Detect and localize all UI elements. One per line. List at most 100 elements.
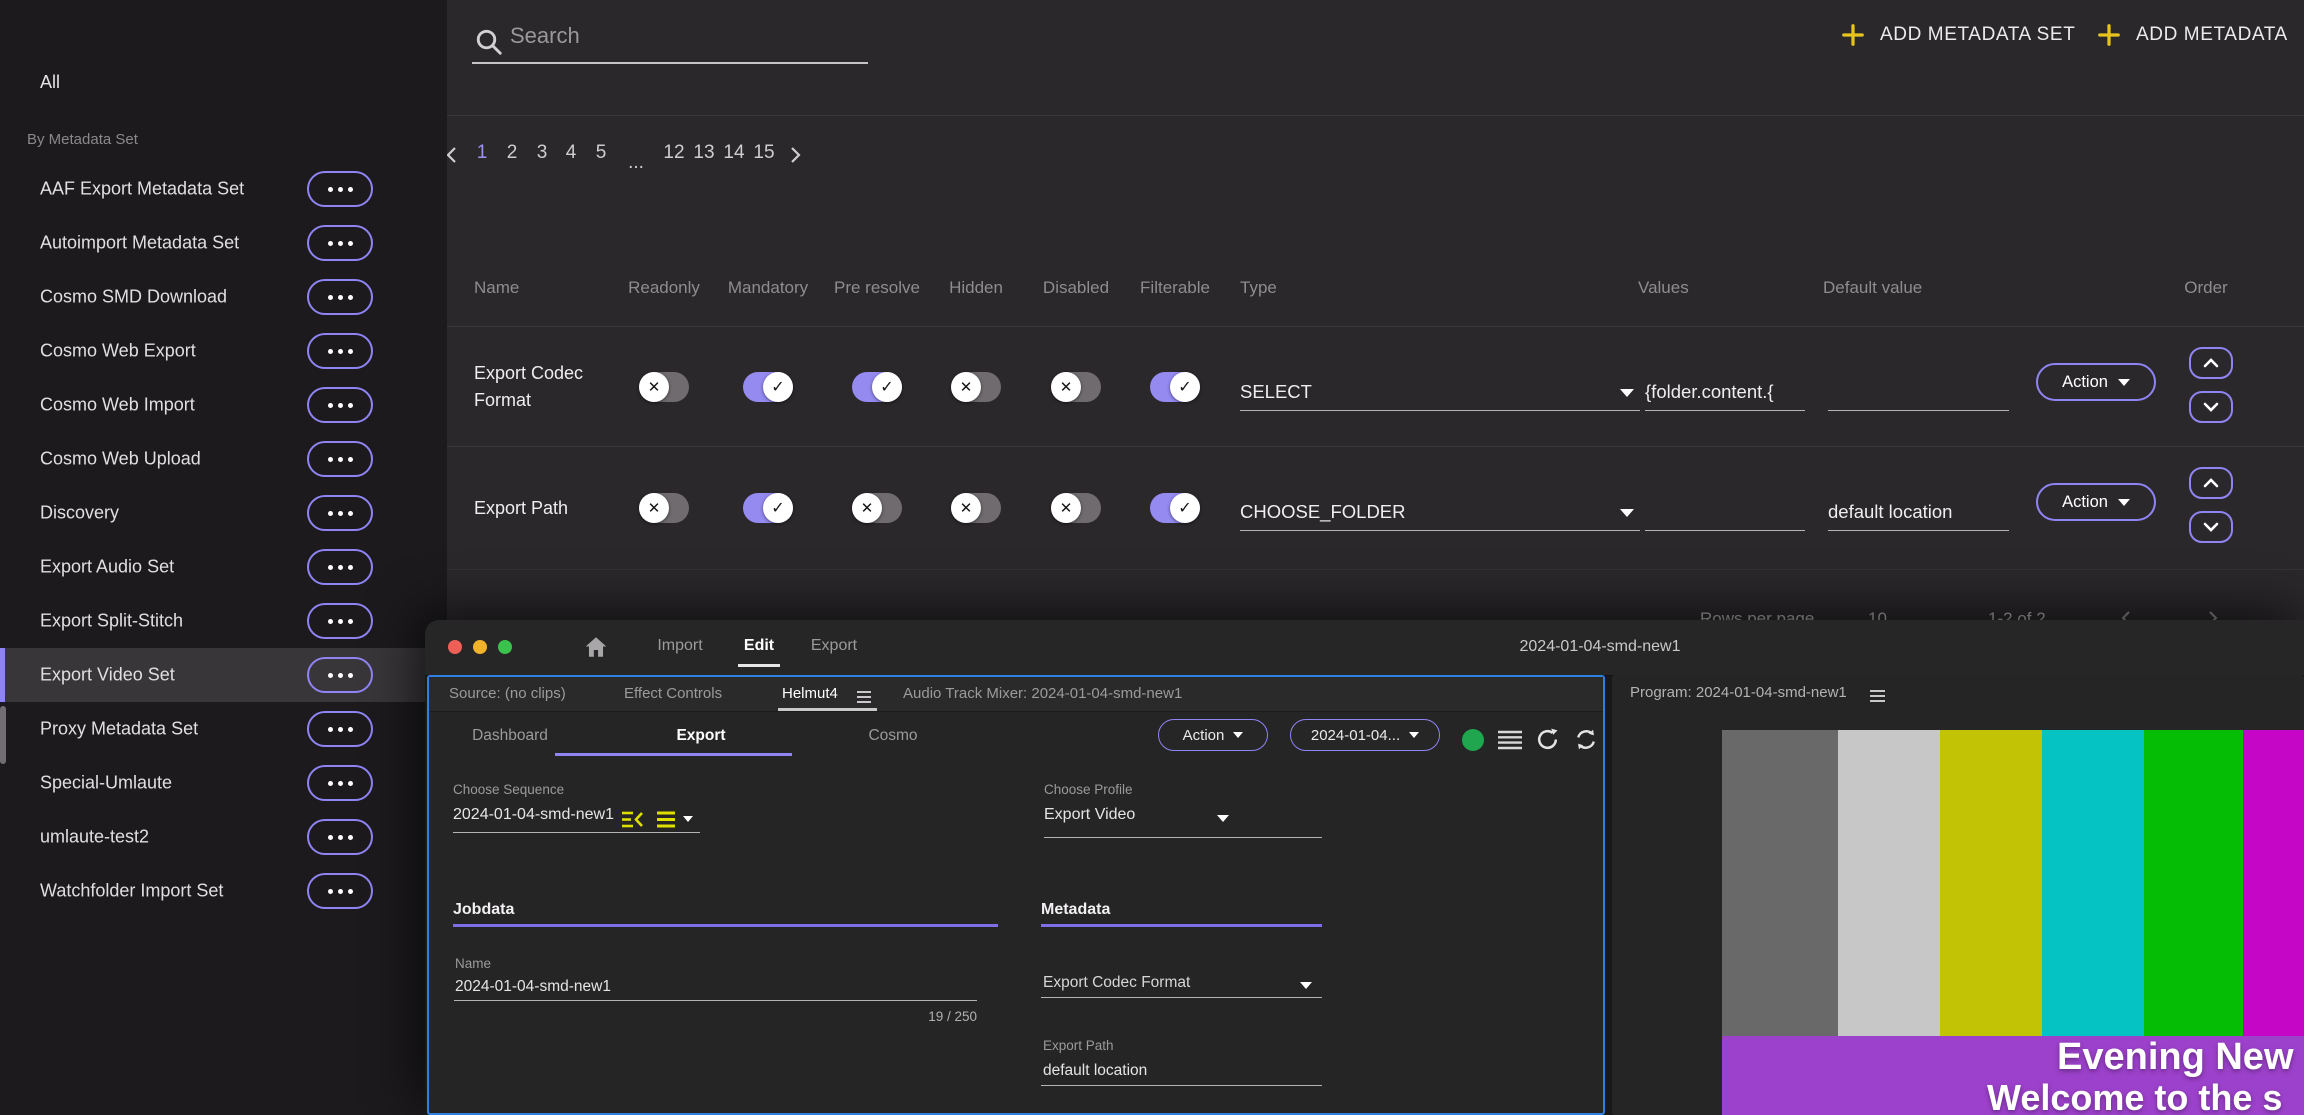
chevron-down-icon[interactable] — [1300, 982, 1312, 989]
pre-resolve-toggle[interactable]: ✓ — [852, 372, 902, 402]
page-number[interactable]: 3 — [537, 142, 548, 164]
home-icon[interactable] — [583, 634, 609, 660]
export-path-value[interactable]: default location — [1043, 1062, 1147, 1080]
default-value-input[interactable] — [1828, 363, 2009, 411]
add-metadata-set-button[interactable]: ADD METADATA SET — [1840, 22, 2075, 48]
sidebar-item[interactable]: Export Split-Stitch — [0, 594, 447, 648]
panel-menu-icon[interactable] — [857, 688, 871, 706]
refresh-icon[interactable] — [1535, 727, 1560, 752]
sidebar-item[interactable]: Export Audio Set — [0, 540, 447, 594]
sidebar-item-all[interactable]: All — [40, 72, 60, 93]
menu-tab-edit[interactable]: Edit — [744, 637, 774, 655]
hidden-toggle[interactable]: ✕ — [951, 372, 1001, 402]
sidebar-item[interactable]: Discovery — [0, 486, 447, 540]
sidebar-item[interactable]: Export Video Set — [0, 648, 447, 702]
panel-tab[interactable]: Helmut4 — [782, 685, 838, 702]
helmut-tab-dashboard[interactable]: Dashboard — [472, 727, 548, 745]
values-input[interactable]: {folder.content.{ — [1645, 363, 1805, 411]
item-menu-button[interactable] — [307, 225, 373, 261]
readonly-toggle[interactable]: ✕ — [639, 372, 689, 402]
mandatory-toggle[interactable]: ✓ — [743, 372, 793, 402]
name-field-value[interactable]: 2024-01-04-smd-new1 — [455, 978, 611, 996]
hidden-toggle[interactable]: ✕ — [951, 493, 1001, 523]
default-value-input[interactable]: default location — [1828, 483, 2009, 531]
window-titlebar[interactable]: ImportEditExport 2024-01-04-smd-new1 — [425, 620, 2304, 676]
list-icon[interactable] — [1497, 730, 1523, 750]
item-menu-button[interactable] — [307, 549, 373, 585]
filterable-toggle[interactable]: ✓ — [1150, 372, 1200, 402]
page-number[interactable]: 5 — [596, 142, 607, 164]
sidebar-item[interactable]: Cosmo Web Import — [0, 378, 447, 432]
item-menu-button[interactable] — [307, 333, 373, 369]
page-number[interactable]: 4 — [566, 142, 577, 164]
helmut-action-button[interactable]: Action — [1158, 719, 1268, 751]
panel-tab[interactable]: Effect Controls — [624, 685, 722, 702]
sidebar-item[interactable]: umlaute-test2 — [0, 810, 447, 864]
item-menu-button[interactable] — [307, 819, 373, 855]
values-input[interactable] — [1645, 483, 1805, 531]
panel-menu-icon[interactable] — [1870, 687, 1885, 705]
filterable-toggle[interactable]: ✓ — [1150, 493, 1200, 523]
type-select[interactable]: CHOOSE_FOLDER — [1240, 483, 1640, 531]
sidebar-item[interactable]: AAF Export Metadata Set — [0, 162, 447, 216]
helmut-tab-cosmo[interactable]: Cosmo — [868, 727, 917, 745]
page-number[interactable]: 13 — [693, 142, 714, 164]
panel-tab[interactable]: Source: (no clips) — [449, 685, 566, 702]
sequence-list-icon[interactable] — [621, 810, 644, 829]
codec-select[interactable]: Export Codec Format — [1043, 974, 1190, 992]
item-menu-button[interactable] — [307, 441, 373, 477]
item-menu-button[interactable] — [307, 387, 373, 423]
row-action-button[interactable]: Action — [2036, 363, 2156, 401]
sidebar-item[interactable]: Cosmo Web Upload — [0, 432, 447, 486]
page-number[interactable]: 15 — [753, 142, 774, 164]
sidebar-item[interactable]: Special-Umlaute — [0, 756, 447, 810]
zoom-button[interactable] — [498, 640, 512, 654]
pre-resolve-toggle[interactable]: ✕ — [852, 493, 902, 523]
page-number[interactable]: 14 — [723, 142, 744, 164]
item-menu-button[interactable] — [307, 657, 373, 693]
choose-profile-value[interactable]: Export Video — [1044, 806, 1135, 824]
item-menu-button[interactable] — [307, 711, 373, 747]
sidebar-scrollbar-thumb[interactable] — [0, 706, 6, 764]
order-down-button[interactable] — [2189, 391, 2233, 423]
chevron-down-icon[interactable] — [1217, 815, 1229, 822]
item-menu-button[interactable] — [307, 873, 373, 909]
sidebar-item[interactable]: Cosmo SMD Download — [0, 270, 447, 324]
item-menu-button[interactable] — [307, 279, 373, 315]
sidebar-item[interactable]: Proxy Metadata Set — [0, 702, 447, 756]
job-select-dropdown[interactable]: 2024-01-04... — [1290, 719, 1440, 751]
order-up-button[interactable] — [2189, 347, 2233, 379]
helmut-tab-export[interactable]: Export — [676, 727, 725, 745]
add-metadata-button[interactable]: ADD METADATA — [2096, 22, 2288, 48]
sidebar-item[interactable]: Cosmo Web Export — [0, 324, 447, 378]
menu-tab-export[interactable]: Export — [811, 637, 857, 655]
sidebar-item[interactable]: Watchfolder Import Set — [0, 864, 447, 918]
sidebar-item[interactable]: Autoimport Metadata Set — [0, 216, 447, 270]
mandatory-toggle[interactable]: ✓ — [743, 493, 793, 523]
menu-tab-import[interactable]: Import — [657, 637, 702, 655]
minimize-button[interactable] — [473, 640, 487, 654]
search-input[interactable] — [508, 22, 852, 50]
item-menu-button[interactable] — [307, 765, 373, 801]
order-down-button[interactable] — [2189, 511, 2233, 543]
order-up-button[interactable] — [2189, 467, 2233, 499]
readonly-toggle[interactable]: ✕ — [639, 493, 689, 523]
item-menu-button[interactable] — [307, 495, 373, 531]
page-number[interactable]: 1 — [477, 142, 488, 164]
pagination-next-icon[interactable] — [787, 146, 803, 164]
disabled-toggle[interactable]: ✕ — [1051, 493, 1101, 523]
type-select[interactable]: SELECT — [1240, 363, 1640, 411]
item-menu-button[interactable] — [307, 603, 373, 639]
ellipsis-icon — [328, 727, 333, 732]
panel-tab[interactable]: Audio Track Mixer: 2024-01-04-smd-new1 — [903, 685, 1182, 702]
sequence-menu-icon[interactable] — [656, 810, 676, 829]
sync-icon[interactable] — [1573, 727, 1599, 752]
page-number[interactable]: 12 — [663, 142, 684, 164]
close-button[interactable] — [448, 640, 462, 654]
item-menu-button[interactable] — [307, 171, 373, 207]
choose-sequence-value[interactable]: 2024-01-04-smd-new1 — [453, 806, 614, 824]
page-number[interactable]: 2 — [507, 142, 518, 164]
disabled-toggle[interactable]: ✕ — [1051, 372, 1101, 402]
chevron-down-icon[interactable] — [683, 816, 693, 822]
row-action-button[interactable]: Action — [2036, 483, 2156, 521]
